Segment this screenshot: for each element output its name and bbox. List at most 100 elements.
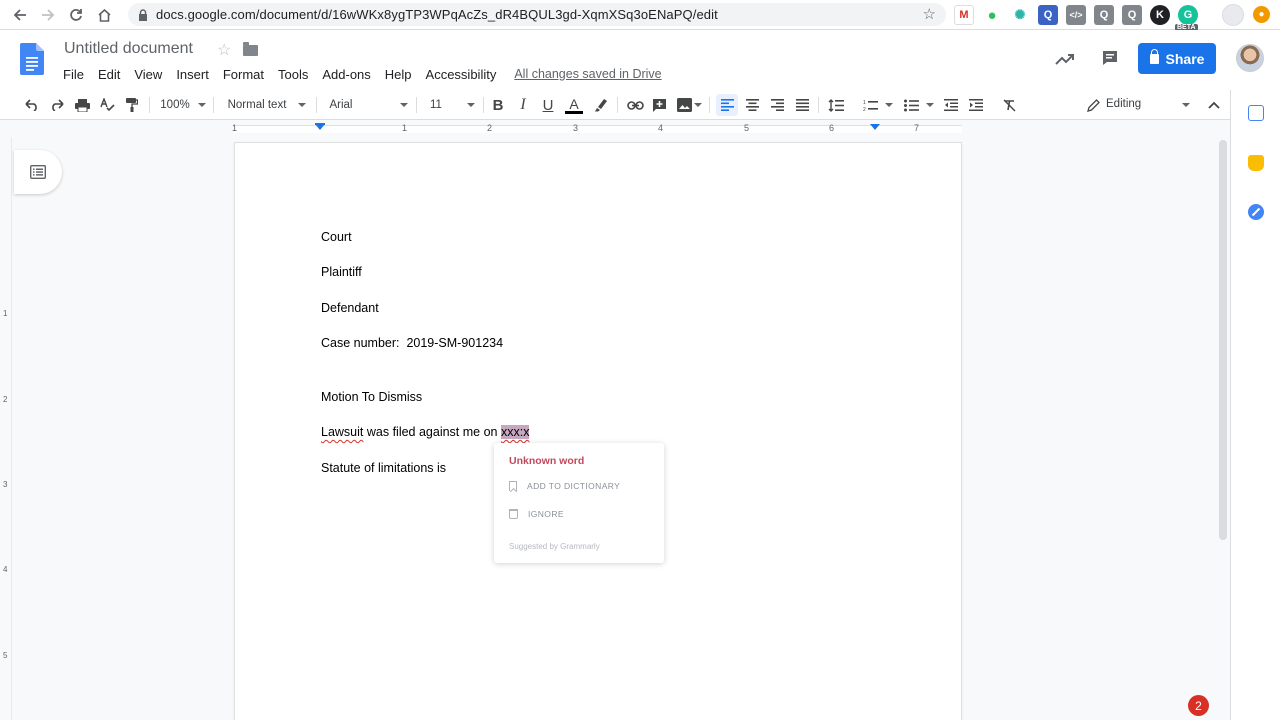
add-to-dictionary-button[interactable]: ADD TO DICTIONARY (509, 481, 620, 491)
bookmark-star-icon[interactable]: ☆ (923, 5, 936, 23)
spellcheck-icon (99, 98, 115, 112)
home-button[interactable] (90, 1, 118, 29)
bold-button[interactable]: B (489, 94, 507, 116)
tasks-icon[interactable] (1248, 204, 1264, 220)
popup-title: Unknown word (509, 455, 585, 467)
document-outline-button[interactable] (14, 150, 62, 194)
forward-button[interactable] (34, 1, 62, 29)
menu-addons[interactable]: Add-ons (315, 65, 377, 84)
bulleted-list-button[interactable] (901, 94, 921, 116)
doc-line-statute[interactable]: Statute of limitations is (321, 461, 446, 475)
editing-mode-label[interactable]: Editing (1106, 98, 1141, 110)
ignore-button[interactable]: IGNORE (509, 509, 564, 519)
align-center-button[interactable] (742, 94, 762, 116)
justify-button[interactable] (792, 94, 812, 116)
text-color-button[interactable]: A (564, 94, 584, 116)
reload-button[interactable] (62, 1, 90, 29)
line-spacing-button[interactable] (826, 94, 846, 116)
document-page[interactable]: Court Plaintiff Defendant Case number: 2… (235, 143, 961, 720)
docs-logo-icon[interactable] (20, 43, 44, 75)
calendar-icon[interactable] (1248, 105, 1264, 121)
insert-image-button[interactable] (674, 94, 694, 116)
menu-bar: File Edit View Insert Format Tools Add-o… (56, 65, 669, 84)
ruler-number: 2 (487, 123, 493, 133)
italic-button[interactable]: I (514, 94, 532, 116)
evernote-extension-icon[interactable]: ● (982, 5, 1002, 25)
menu-accessibility[interactable]: Accessibility (419, 65, 504, 84)
menu-tools[interactable]: Tools (271, 65, 315, 84)
doc-line-defendant[interactable]: Defendant (321, 301, 379, 315)
menu-file[interactable]: File (56, 65, 91, 84)
activity-trend-icon[interactable] (1055, 50, 1075, 68)
undo-button[interactable] (22, 94, 42, 116)
comment-icon[interactable] (1101, 49, 1119, 67)
address-bar[interactable]: docs.google.com/document/d/16wWKx8ygTP3W… (128, 3, 946, 26)
clear-formatting-button[interactable] (999, 94, 1019, 116)
selected-unknown-word[interactable]: xxx:x (500, 425, 530, 439)
style-select[interactable]: Normal text (222, 94, 292, 116)
paint-format-button[interactable] (122, 94, 142, 116)
spellcheck-button[interactable] (97, 94, 117, 116)
saved-status[interactable]: All changes saved in Drive (507, 65, 668, 84)
editing-mode-button[interactable] (1084, 94, 1102, 116)
print-icon (74, 99, 90, 112)
menu-edit[interactable]: Edit (91, 65, 127, 84)
print-button[interactable] (72, 94, 92, 116)
octopus-extension-icon[interactable]: ✺ (1010, 5, 1030, 25)
numbered-list-button[interactable]: 12 (860, 94, 880, 116)
avatar[interactable] (1236, 44, 1264, 72)
decrease-indent-icon (944, 99, 958, 111)
star-icon[interactable]: ☆ (217, 40, 231, 60)
collapse-toolbar-button[interactable] (1204, 94, 1224, 116)
arrow-right-icon (42, 9, 55, 21)
q-gray-extension-icon[interactable]: Q (1094, 5, 1114, 25)
doc-line-motion[interactable]: Motion To Dismiss (321, 390, 422, 404)
document-title[interactable]: Untitled document (64, 40, 193, 58)
insert-comment-button[interactable] (650, 94, 668, 116)
vertical-scrollbar[interactable] (1219, 140, 1227, 540)
q-extension-icon[interactable]: Q (1038, 5, 1058, 25)
orange-extension-icon[interactable]: ● (1253, 6, 1270, 23)
vruler-number: 3 (3, 480, 8, 489)
horizontal-ruler[interactable]: 1 1 2 3 4 5 6 7 (0, 120, 1230, 137)
doc-line-court[interactable]: Court (321, 230, 352, 244)
notification-badge[interactable]: 2 (1188, 695, 1209, 716)
menu-view[interactable]: View (127, 65, 169, 84)
q-gray2-extension-icon[interactable]: Q (1122, 5, 1142, 25)
underline-button[interactable]: U (539, 94, 557, 116)
right-indent-marker[interactable] (870, 124, 880, 130)
font-select[interactable]: Arial (325, 94, 357, 116)
highlight-button[interactable] (592, 94, 610, 116)
chevron-down-icon (885, 103, 893, 107)
zoom-select[interactable]: 100% (160, 94, 190, 116)
font-size-select[interactable]: 11 (427, 94, 445, 116)
link-button[interactable] (625, 94, 645, 116)
doc-line-case-number[interactable]: Case number: 2019-SM-901234 (321, 336, 503, 350)
left-indent-marker[interactable] (315, 124, 325, 130)
align-right-button[interactable] (767, 94, 787, 116)
ruler-number: 4 (658, 123, 664, 133)
menu-format[interactable]: Format (216, 65, 271, 84)
vruler-number: 4 (3, 565, 8, 574)
profile-icon[interactable] (1222, 4, 1244, 26)
k-extension-icon[interactable]: K (1150, 5, 1170, 25)
lock-icon (139, 8, 147, 21)
grammarly-extension-icon[interactable]: G BETA (1175, 5, 1198, 31)
gmail-extension-icon[interactable]: M (954, 5, 974, 25)
share-button[interactable]: Share (1138, 43, 1216, 74)
menu-help[interactable]: Help (378, 65, 419, 84)
increase-indent-button[interactable] (966, 94, 986, 116)
doc-line-plaintiff[interactable]: Plaintiff (321, 265, 362, 279)
bulleted-list-icon (903, 99, 919, 111)
decrease-indent-button[interactable] (941, 94, 961, 116)
doc-line-lawsuit[interactable]: Lawsuit was filed against me on xxx:x (321, 425, 530, 439)
folder-icon[interactable] (243, 42, 258, 56)
back-button[interactable] (6, 1, 34, 29)
keep-icon[interactable] (1248, 155, 1264, 171)
misspelled-word[interactable]: Lawsuit (321, 425, 363, 439)
align-left-button[interactable] (716, 94, 738, 116)
redo-button[interactable] (47, 94, 67, 116)
code-extension-icon[interactable]: </> (1066, 5, 1086, 25)
ignore-label: IGNORE (528, 509, 564, 519)
menu-insert[interactable]: Insert (169, 65, 216, 84)
